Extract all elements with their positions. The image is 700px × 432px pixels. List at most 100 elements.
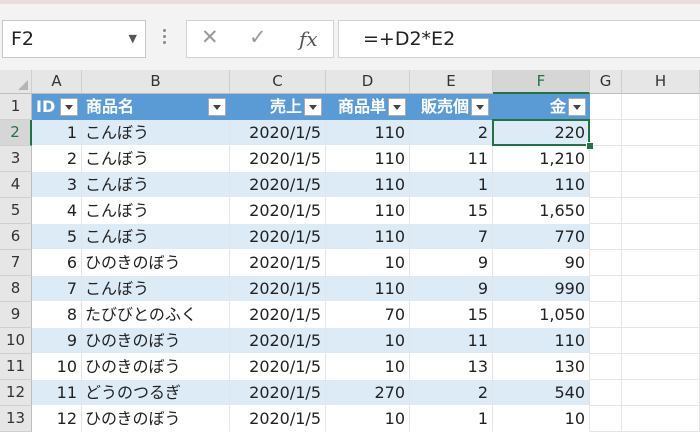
grid-cell[interactable]: [622, 302, 700, 328]
table-cell[interactable]: 1,650: [493, 198, 590, 224]
row-header-5[interactable]: 5: [0, 198, 32, 224]
fill-handle[interactable]: [586, 142, 594, 150]
table-cell[interactable]: 2020/1/5: [230, 354, 326, 380]
grid-cell[interactable]: [590, 198, 622, 224]
table-cell[interactable]: 6: [32, 250, 82, 276]
table-cell[interactable]: 110: [326, 276, 410, 302]
insert-function-icon[interactable]: fx: [299, 27, 318, 51]
table-cell[interactable]: 110: [326, 146, 410, 172]
table-cell[interactable]: 7: [32, 276, 82, 302]
table-cell[interactable]: 2020/1/5: [230, 406, 326, 432]
grid-cell[interactable]: [590, 380, 622, 406]
row-header-3[interactable]: 3: [0, 146, 32, 172]
column-header-b[interactable]: B: [82, 70, 230, 94]
grid-cell[interactable]: [622, 354, 700, 380]
table-cell[interactable]: こんぼう: [82, 146, 230, 172]
filter-dropdown-icon[interactable]: [568, 98, 586, 116]
grid-cell[interactable]: [622, 120, 700, 146]
table-cell[interactable]: 110: [493, 328, 590, 354]
table-cell[interactable]: 540: [493, 380, 590, 406]
grid-cell[interactable]: [590, 224, 622, 250]
table-cell[interactable]: 10: [493, 406, 590, 432]
table-cell[interactable]: 2: [410, 380, 493, 406]
grid-cell[interactable]: [590, 406, 622, 432]
table-cell[interactable]: どうのつるぎ: [82, 380, 230, 406]
table-cell[interactable]: 10: [326, 354, 410, 380]
grid-cell[interactable]: [590, 354, 622, 380]
column-header-c[interactable]: C: [230, 70, 326, 94]
row-header-10[interactable]: 10: [0, 328, 32, 354]
name-box-dropdown-icon[interactable]: ▼: [129, 21, 137, 57]
table-cell[interactable]: 9: [32, 328, 82, 354]
table-cell[interactable]: 7: [410, 224, 493, 250]
table-cell[interactable]: 13: [410, 354, 493, 380]
grid-cell[interactable]: [590, 276, 622, 302]
column-header-d[interactable]: D: [326, 70, 410, 94]
table-cell[interactable]: 12: [32, 406, 82, 432]
grid-cell[interactable]: [622, 250, 700, 276]
grid-cell[interactable]: [622, 198, 700, 224]
table-cell[interactable]: 10: [326, 328, 410, 354]
table-cell[interactable]: ひのきのぼう: [82, 354, 230, 380]
table-cell[interactable]: ひのきのぼう: [82, 328, 230, 354]
table-cell[interactable]: 1,210: [493, 146, 590, 172]
row-header-12[interactable]: 12: [0, 380, 32, 406]
table-cell[interactable]: 2020/1/5: [230, 380, 326, 406]
table-cell[interactable]: 110: [493, 172, 590, 198]
row-header-9[interactable]: 9: [0, 302, 32, 328]
formula-input[interactable]: =+D2*E2: [338, 20, 700, 58]
table-cell[interactable]: 1: [32, 120, 82, 146]
filter-dropdown-icon[interactable]: [388, 98, 406, 116]
table-cell[interactable]: ひのきのぼう: [82, 250, 230, 276]
formula-bar-grip-icon[interactable]: [160, 26, 168, 50]
cancel-icon[interactable]: ✕: [201, 25, 219, 49]
table-cell[interactable]: 2020/1/5: [230, 172, 326, 198]
table-cell[interactable]: 8: [32, 302, 82, 328]
table-cell[interactable]: たびびとのふく: [82, 302, 230, 328]
grid-cell[interactable]: [622, 380, 700, 406]
table-cell[interactable]: こんぼう: [82, 276, 230, 302]
filter-dropdown-icon[interactable]: [208, 98, 226, 116]
table-cell[interactable]: 90: [493, 250, 590, 276]
enter-check-icon[interactable]: ✓: [249, 25, 267, 49]
filter-dropdown-icon[interactable]: [304, 98, 322, 116]
grid-cell[interactable]: [590, 94, 622, 120]
table-cell[interactable]: 5: [32, 224, 82, 250]
table-cell[interactable]: 110: [326, 172, 410, 198]
grid-cell[interactable]: [622, 276, 700, 302]
filter-dropdown-icon[interactable]: [471, 98, 489, 116]
row-header-8[interactable]: 8: [0, 276, 32, 302]
table-cell[interactable]: 70: [326, 302, 410, 328]
table-cell[interactable]: 1: [410, 172, 493, 198]
grid-cell[interactable]: [590, 146, 622, 172]
table-cell[interactable]: 11: [32, 380, 82, 406]
column-header-e[interactable]: E: [410, 70, 493, 94]
table-cell[interactable]: 2: [32, 146, 82, 172]
table-cell[interactable]: 2020/1/5: [230, 276, 326, 302]
row-header-4[interactable]: 4: [0, 172, 32, 198]
select-all-button[interactable]: [0, 70, 32, 94]
row-header-2[interactable]: 2: [0, 120, 32, 146]
table-cell[interactable]: 2020/1/5: [230, 328, 326, 354]
table-cell[interactable]: こんぼう: [82, 198, 230, 224]
table-cell[interactable]: こんぼう: [82, 120, 230, 146]
table-cell[interactable]: こんぼう: [82, 224, 230, 250]
grid-cell[interactable]: [590, 172, 622, 198]
row-header-7[interactable]: 7: [0, 250, 32, 276]
table-cell[interactable]: 10: [326, 406, 410, 432]
table-cell[interactable]: 110: [326, 198, 410, 224]
table-cell[interactable]: 770: [493, 224, 590, 250]
table-cell[interactable]: 1,050: [493, 302, 590, 328]
table-cell[interactable]: 2020/1/5: [230, 224, 326, 250]
table-cell[interactable]: 15: [410, 198, 493, 224]
table-cell[interactable]: 110: [326, 224, 410, 250]
table-cell[interactable]: 1: [410, 406, 493, 432]
grid-cell[interactable]: [622, 224, 700, 250]
table-cell[interactable]: 15: [410, 302, 493, 328]
grid-cell[interactable]: [590, 120, 622, 146]
table-cell[interactable]: 2020/1/5: [230, 120, 326, 146]
column-header-f[interactable]: F: [493, 70, 590, 94]
table-cell[interactable]: 990: [493, 276, 590, 302]
grid-cell[interactable]: [590, 250, 622, 276]
grid-cell[interactable]: [590, 328, 622, 354]
